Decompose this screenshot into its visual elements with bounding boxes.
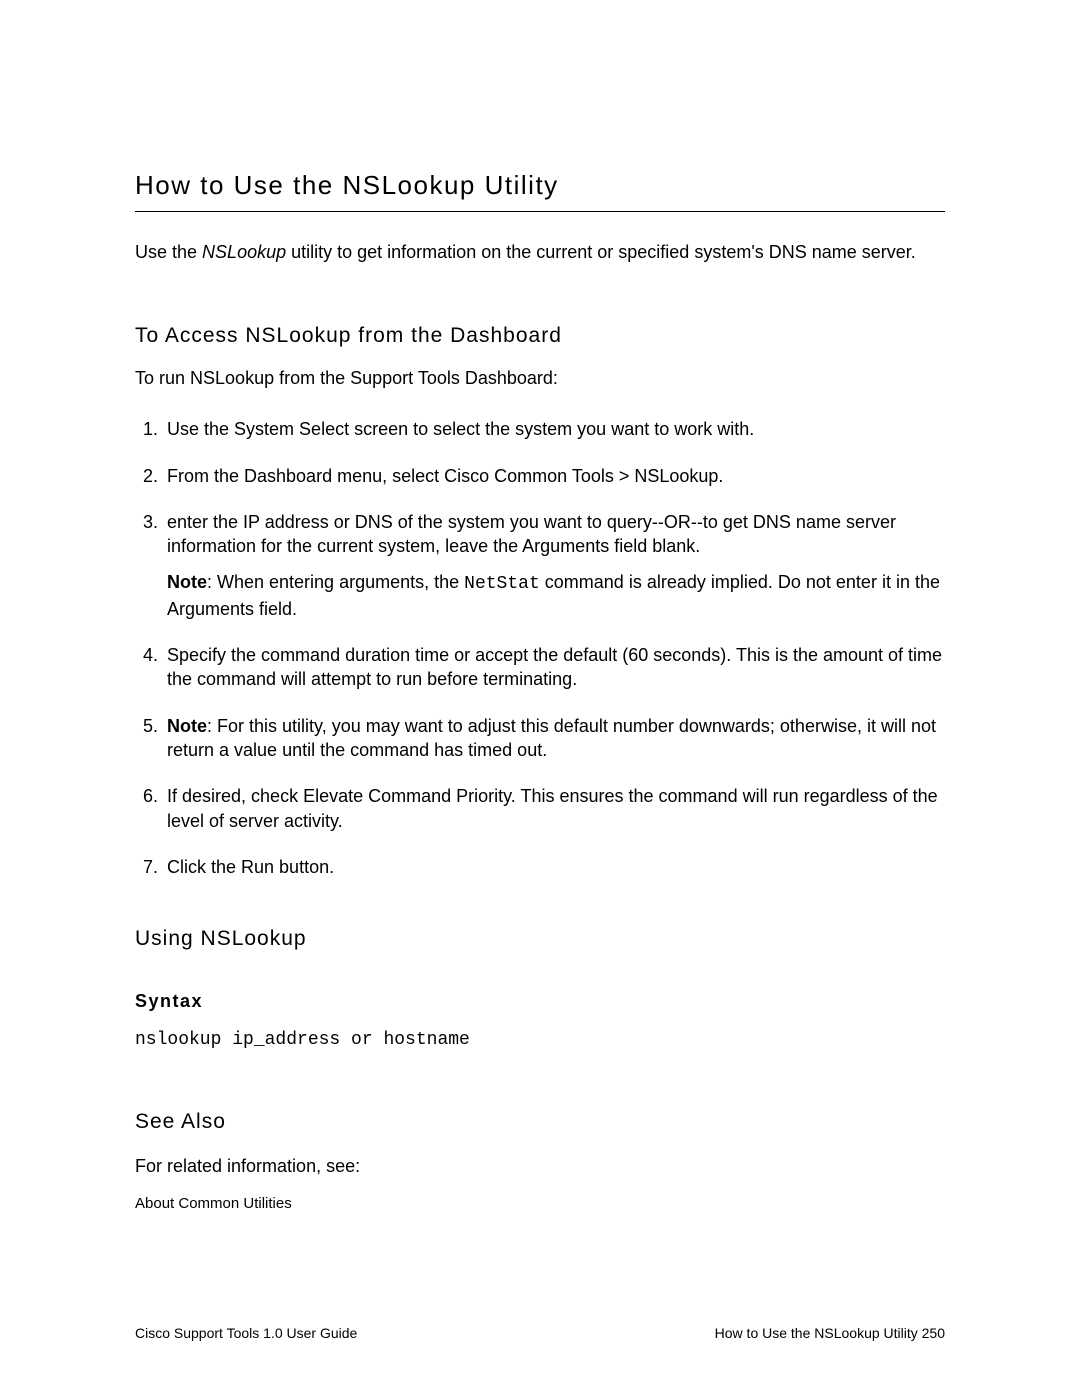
step-text: If desired, check Elevate Command Priori… [167,786,938,830]
intro-text-prefix: Use the [135,242,202,262]
step-item: From the Dashboard menu, select Cisco Co… [163,464,945,488]
step-item: enter the IP address or DNS of the syste… [163,510,945,621]
page-footer: Cisco Support Tools 1.0 User Guide How t… [135,1325,945,1341]
note-text-before-mono: : When entering arguments, the [207,572,464,592]
section-heading-access: To Access NSLookup from the Dashboard [135,324,945,348]
step-text: From the Dashboard menu, select Cisco Co… [167,466,723,486]
section-heading-using: Using NSLookup [135,927,945,951]
seealso-link[interactable]: About Common Utilities [135,1195,945,1212]
step-text: Use the System Select screen to select t… [167,419,754,439]
step-item: Click the Run button. [163,855,945,879]
intro-italic-term: NSLookup [202,242,286,262]
step-note: Note: When entering arguments, the NetSt… [167,570,945,621]
page-title: How to Use the NSLookup Utility [135,170,945,212]
intro-text-suffix: utility to get information on the curren… [286,242,916,262]
note-mono-term: NetStat [464,574,540,594]
step-text: Click the Run button. [167,857,334,877]
step-text: enter the IP address or DNS of the syste… [167,510,945,559]
note-label: Note [167,572,207,592]
steps-list: Use the System Select screen to select t… [135,417,945,879]
syntax-code-line: nslookup ip_address or hostname [135,1030,945,1050]
step-item: If desired, check Elevate Command Priori… [163,784,945,833]
step-item: Specify the command duration time or acc… [163,643,945,692]
step-text: Specify the command duration time or acc… [167,645,942,689]
intro-paragraph: Use the NSLookup utility to get informat… [135,240,945,264]
footer-right-text: How to Use the NSLookup Utility 250 [715,1325,945,1341]
step-item: Use the System Select screen to select t… [163,417,945,441]
note-label: Note [167,716,207,736]
step-item: Note: For this utility, you may want to … [163,714,945,763]
seealso-lead-text: For related information, see: [135,1156,945,1177]
access-lead-text: To run NSLookup from the Support Tools D… [135,368,945,389]
syntax-heading: Syntax [135,991,945,1012]
step-text: : For this utility, you may want to adju… [167,716,936,760]
footer-left-text: Cisco Support Tools 1.0 User Guide [135,1325,357,1341]
document-page: How to Use the NSLookup Utility Use the … [0,0,1080,1397]
section-heading-seealso: See Also [135,1110,945,1134]
